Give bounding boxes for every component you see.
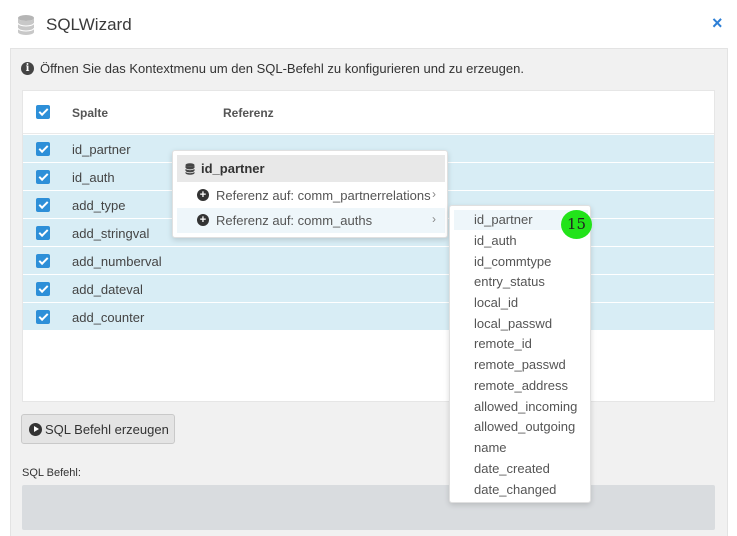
step-badge: 15 [561,210,592,239]
row-checkbox[interactable] [36,198,50,212]
menu-item-label: Referenz auf: comm_partnerrelations [216,188,431,203]
submenu-item[interactable]: id_commtype [454,252,588,272]
generate-sql-label: SQL Befehl erzeugen [45,421,169,437]
table-row[interactable]: add_numberval [23,247,714,275]
database-icon [17,15,35,35]
sql-label: SQL Befehl: [22,467,81,479]
table-row[interactable]: add_dateval [23,275,714,303]
row-column-name: id_partner [72,142,131,157]
columns-table: Spalte Referenz id_partner id_auth add_t… [22,90,715,402]
plus-circle-icon: + [197,214,209,226]
submenu-item[interactable]: name [454,438,588,458]
submenu-item[interactable]: allowed_incoming [454,397,588,417]
generate-sql-button[interactable]: SQL Befehl erzeugen [21,414,175,444]
row-column-name: add_dateval [72,282,143,297]
select-all-checkbox[interactable] [36,105,50,119]
submenu-item[interactable]: local_passwd [454,314,588,334]
plus-circle-icon: + [197,189,209,201]
row-checkbox[interactable] [36,170,50,184]
database-icon [185,162,195,175]
row-checkbox[interactable] [36,310,50,324]
info-icon: i [21,62,34,75]
close-button[interactable]: × [712,13,723,33]
title-bar: SQLWizard × [0,0,737,48]
row-column-name: add_counter [72,310,145,325]
submenu-item[interactable]: local_id [454,293,588,313]
info-text: Öffnen Sie das Kontextmenu um den SQL-Be… [40,61,524,76]
row-checkbox[interactable] [36,282,50,296]
submenu: id_partner id_auth id_commtype entry_sta… [449,205,591,503]
row-checkbox[interactable] [36,142,50,156]
row-column-name: add_stringval [72,226,150,241]
column-header-spalte: Spalte [72,106,109,120]
submenu-item[interactable]: date_changed [454,480,588,500]
play-icon [29,422,42,436]
row-column-name: add_numberval [72,254,162,269]
row-checkbox[interactable] [36,226,50,240]
submenu-item[interactable]: remote_id [454,334,588,354]
chevron-right-icon: › [432,187,436,201]
column-header-referenz: Referenz [223,106,274,120]
menu-item-label: Referenz auf: comm_auths [216,213,373,228]
context-menu: id_partner + Referenz auf: comm_partnerr… [172,150,448,238]
submenu-item[interactable]: remote_address [454,376,588,396]
table-header: Spalte Referenz [23,91,714,134]
submenu-item[interactable]: date_created [454,459,588,479]
context-menu-header: id_partner [177,155,445,182]
context-menu-title: id_partner [201,161,265,176]
submenu-item[interactable]: allowed_outgoing [454,417,588,437]
chevron-right-icon: › [432,212,436,226]
submenu-item[interactable]: entry_status [454,272,588,292]
row-column-name: id_auth [72,170,115,185]
submenu-item[interactable]: remote_passwd [454,355,588,375]
row-checkbox[interactable] [36,254,50,268]
window-title: SQLWizard [46,15,132,34]
menu-item-ref-partnerrelations[interactable]: + Referenz auf: comm_partnerrelations › [177,183,445,208]
row-column-name: add_type [72,198,126,213]
sql-output[interactable] [22,485,715,530]
table-row[interactable]: add_counter [23,303,714,331]
menu-item-ref-comm-auths[interactable]: + Referenz auf: comm_auths › [177,208,445,233]
info-message: i Öffnen Sie das Kontextmenu um den SQL-… [21,61,524,76]
